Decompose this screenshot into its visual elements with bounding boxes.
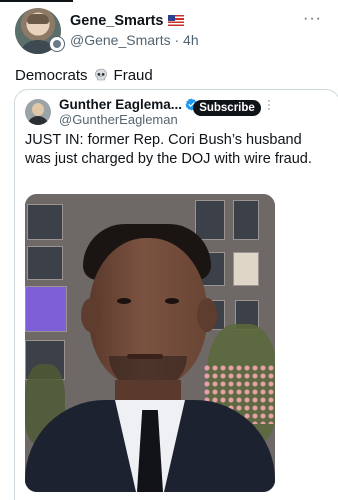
more-options-button[interactable]: ··· xyxy=(303,10,322,28)
tweet-text: Democrats Fraud xyxy=(15,67,153,84)
tweet-text-after: Fraud xyxy=(113,67,153,84)
quoted-tweet-card[interactable]: Gunther Eaglema... @GuntherEagleman Subs… xyxy=(14,89,338,500)
author-name[interactable]: Gene_Smarts xyxy=(70,13,184,29)
author-meta: @Gene_Smarts · 4h xyxy=(70,32,199,48)
quoted-author-name-text: Gunther Eaglema... xyxy=(59,97,183,112)
quoted-tweet-photo[interactable] xyxy=(25,194,275,492)
tweet-text-before: Democrats xyxy=(15,67,88,84)
quoted-tweet-text: JUST IN: former Rep. Cori Bush’s husband… xyxy=(25,132,312,167)
quoted-author-name[interactable]: Gunther Eaglema... xyxy=(59,97,198,112)
quoted-more-options-button[interactable]: · · · xyxy=(267,96,271,115)
quoted-author-handle[interactable]: @GuntherEagleman xyxy=(59,112,178,127)
meta-separator: · xyxy=(174,32,180,48)
affiliation-badge-icon xyxy=(49,36,65,52)
skull-icon xyxy=(94,68,107,81)
subscribe-button[interactable]: Subscribe xyxy=(193,100,261,116)
author-name-text: Gene_Smarts xyxy=(70,13,164,29)
quoted-author-avatar[interactable] xyxy=(25,99,51,125)
us-flag-icon xyxy=(167,15,184,26)
top-divider xyxy=(0,0,73,2)
timestamp[interactable]: 4h xyxy=(183,32,199,48)
author-handle[interactable]: @Gene_Smarts xyxy=(70,32,171,48)
